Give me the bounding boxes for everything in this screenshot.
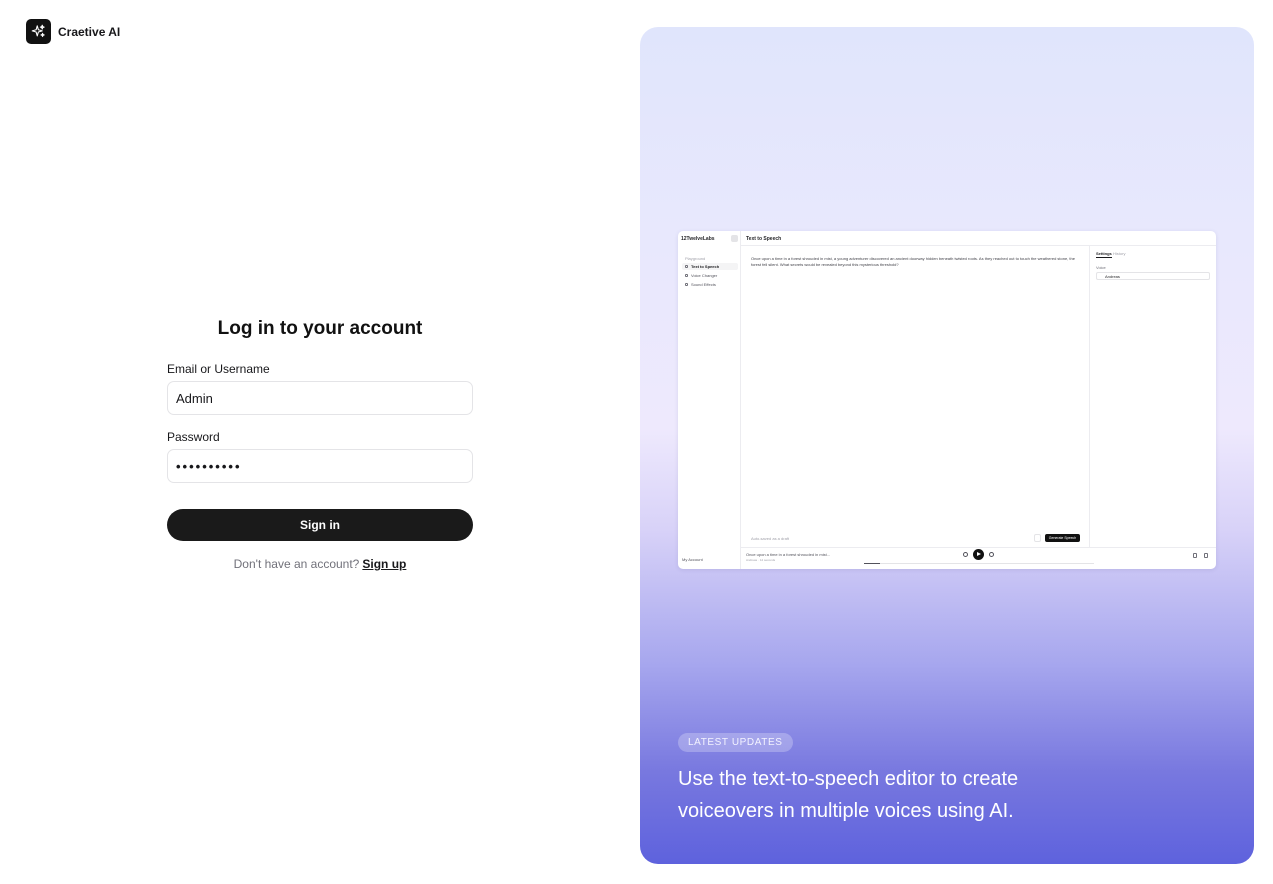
brand-name: Craetive AI [58,24,121,39]
preview-voice-label: Voice [1096,265,1106,270]
preview-history-tab: History [1113,251,1126,256]
chevron-down-icon [1204,553,1208,558]
preview-generate-button: Generate Speech [1045,534,1080,542]
preview-main: Text to Speech Once upon a time in a for… [741,231,1216,569]
play-icon [973,549,984,560]
preview-account: My Account [682,557,703,562]
page-title: Log in to your account [217,318,423,339]
preview-body-text: Once upon a time in a forest shrouded in… [751,256,1075,267]
preview-player-sub: Andreas · 12 seconds [746,558,776,562]
preview-hint: Auto-saved as a draft [751,536,790,541]
preview-progress-bar [864,563,1094,564]
sign-up-link[interactable]: Sign up [362,557,406,571]
sign-in-button[interactable]: Sign in [167,509,473,541]
password-label: Password [167,430,220,444]
preview-settings-tab: Settings [1096,251,1112,258]
preview-menu-icon [731,235,738,242]
password-field[interactable] [167,449,473,483]
preview-options-icon [1034,534,1041,542]
latest-updates-badge: LATEST UPDATES [678,733,793,752]
rewind-icon [963,552,968,557]
preview-page-title: Text to Speech [746,236,782,242]
signup-prompt: Don't have an account? [233,557,360,571]
preview-nav-item: Text to Speech [682,263,738,270]
preview-app-name: 12TwelveLabs [681,236,715,242]
preview-voice-select: Andreas [1096,272,1210,280]
download-icon [1193,553,1197,558]
app-preview-screenshot: 12TwelveLabs Playground Text to Speech V… [678,231,1216,569]
preview-nav-item: Voice Changer [682,272,738,279]
forward-icon [989,552,994,557]
sparkles-icon [26,19,51,44]
email-label: Email or Username [167,362,270,376]
brand[interactable]: Craetive AI [26,19,120,44]
login-page: Craetive AI Log in to your account Email… [0,0,1273,884]
email-field[interactable] [167,381,473,415]
login-form: Log in to your account Email or Username… [167,318,473,571]
email-field-group: Email or Username [167,362,473,415]
preview-sidebar: 12TwelveLabs Playground Text to Speech V… [678,231,741,569]
promo-panel: 12TwelveLabs Playground Text to Speech V… [640,27,1254,864]
password-field-group: Password [167,430,473,483]
signup-row: Don't have an account? Sign up [167,557,473,571]
preview-player-text: Once upon a time in a forest shrouded in… [746,552,831,557]
preview-nav-header: Playground [685,256,706,261]
promo-headline: Use the text-to-speech editor to create … [678,768,1019,822]
preview-nav-item: Sound Effects [682,281,738,288]
